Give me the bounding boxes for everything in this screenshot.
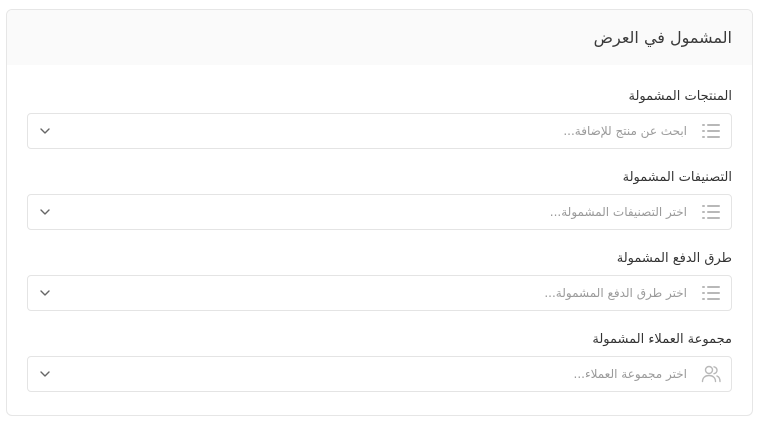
field-included-categories: التصنيفات المشمولة اختر التصنيفات المشمو… (27, 170, 732, 230)
users-icon (701, 364, 721, 384)
chevron-down-icon[interactable] (38, 205, 52, 219)
included-in-offer-card: المشمول في العرض المنتجات المشمولة ابحث … (6, 9, 753, 416)
field-label: طرق الدفع المشمولة (616, 251, 732, 266)
card-body: المنتجات المشمولة ابحث عن منتج للإضافة..… (7, 65, 752, 392)
payment-methods-select[interactable]: اختر طرق الدفع المشمولة... (27, 275, 732, 311)
payment-methods-select-placeholder: اختر طرق الدفع المشمولة... (544, 286, 687, 300)
field-label: المنتجات المشمولة (628, 89, 732, 104)
customer-group-select[interactable]: اختر مجموعة العملاء... (27, 356, 732, 392)
products-select-placeholder: ابحث عن منتج للإضافة... (563, 124, 687, 138)
chevron-down-icon[interactable] (38, 124, 52, 138)
card-title: المشمول في العرض (593, 28, 732, 47)
field-included-customer-group: مجموعة العملاء المشمولة اختر مجموعة العم… (27, 332, 732, 392)
field-label: التصنيفات المشمولة (622, 170, 732, 185)
list-icon (701, 121, 721, 141)
field-included-products: المنتجات المشمولة ابحث عن منتج للإضافة..… (27, 89, 732, 149)
chevron-down-icon[interactable] (38, 367, 52, 381)
categories-select[interactable]: اختر التصنيفات المشمولة... (27, 194, 732, 230)
card-header: المشمول في العرض (7, 10, 752, 65)
list-icon (701, 283, 721, 303)
customer-group-select-placeholder: اختر مجموعة العملاء... (573, 367, 688, 381)
products-select[interactable]: ابحث عن منتج للإضافة... (27, 113, 732, 149)
categories-select-placeholder: اختر التصنيفات المشمولة... (549, 205, 687, 219)
list-icon (701, 202, 721, 222)
chevron-down-icon[interactable] (38, 286, 52, 300)
field-label: مجموعة العملاء المشمولة (592, 332, 732, 347)
field-included-payment-methods: طرق الدفع المشمولة اختر طرق الدفع المشمو… (27, 251, 732, 311)
